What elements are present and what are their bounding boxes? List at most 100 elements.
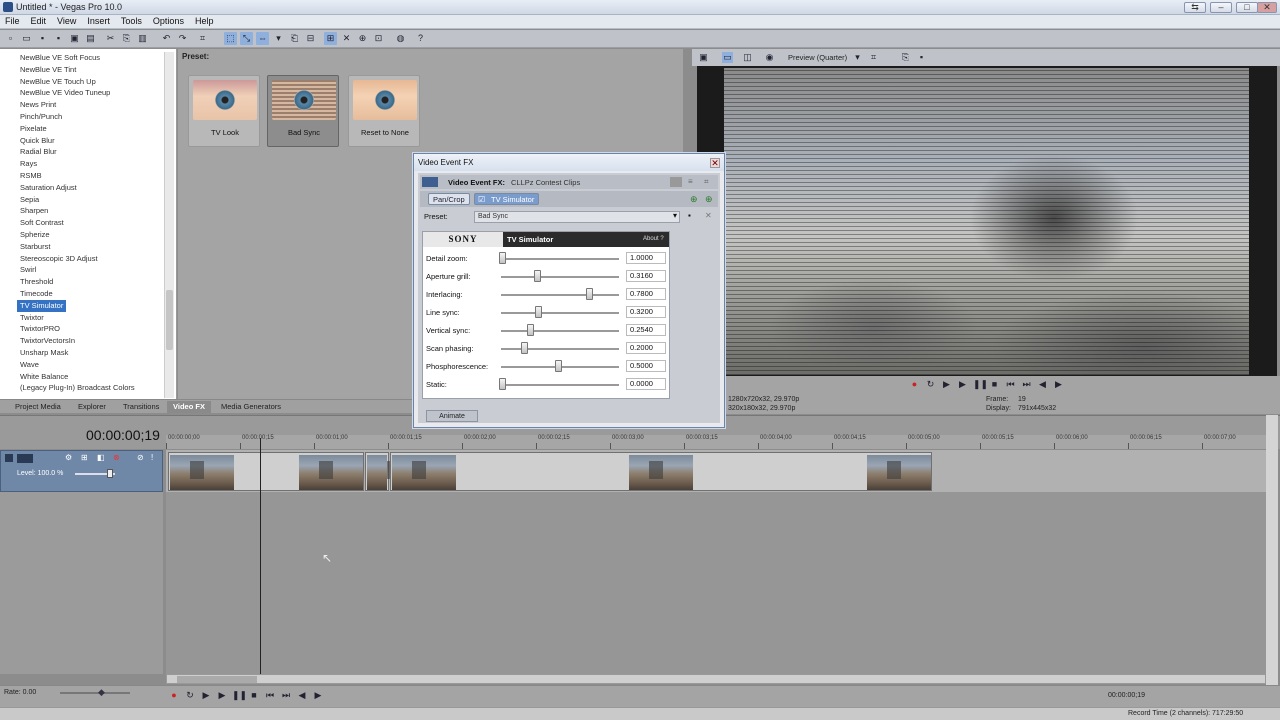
parameter-slider-track[interactable] [501, 348, 619, 350]
parameter-slider-knob[interactable] [499, 378, 506, 390]
tab-video-fx[interactable]: Video FX [167, 401, 211, 413]
mute-icon[interactable]: ⊘ [137, 453, 144, 462]
playhead-cursor[interactable] [260, 438, 261, 678]
online-icon[interactable]: ◍ [394, 32, 407, 45]
fx-list-item[interactable]: Timecode [20, 288, 53, 300]
save-icon[interactable]: ▪ [36, 32, 49, 45]
timeline-vertical-scrollbar[interactable] [1266, 415, 1278, 685]
go-to-start-icon[interactable]: ⏮ [264, 689, 276, 701]
preset-reset-to-none[interactable]: Reset to None [348, 75, 420, 147]
parameter-slider-knob[interactable] [499, 252, 506, 264]
chevron-down-icon[interactable]: ▾ [673, 211, 677, 220]
overlays-icon[interactable]: ⌗ [868, 52, 879, 63]
save-snapshot-icon[interactable]: ▪ [916, 52, 927, 63]
video-event-clip[interactable] [365, 452, 401, 491]
video-track-header[interactable]: ⚙ ⊞ ◧ ⊗ ⊘ ! Level: 100.0 % [0, 450, 163, 492]
fx-list-item[interactable]: TV Simulator [17, 299, 67, 312]
lock-envelopes-icon[interactable]: ⊟ [304, 32, 317, 45]
timeline-horizontal-scrollbar[interactable] [166, 674, 1266, 684]
dialog-close-button[interactable]: ✕ [710, 158, 720, 168]
maximize-button[interactable]: □ [1236, 2, 1258, 13]
track-fx-icon[interactable]: ⚙ [65, 453, 72, 462]
menu-tools[interactable]: Tools [116, 15, 148, 28]
fx-list-item[interactable]: (Legacy Plug-In) Broadcast Colors [20, 382, 135, 394]
menu-edit[interactable]: Edit [26, 15, 53, 28]
next-frame-icon[interactable]: ▶ [1053, 379, 1064, 390]
level-slider-knob[interactable] [107, 469, 113, 478]
list-icon[interactable]: ≡ [688, 177, 693, 186]
menu-help[interactable]: Help [190, 15, 220, 28]
fx-list-item[interactable]: White Balance [20, 371, 68, 383]
auto-ripple-icon[interactable]: ⎗ [288, 32, 301, 45]
fx-list-item[interactable]: NewBlue VE Soft Focus [20, 52, 100, 64]
preview-quality-dropdown[interactable]: Preview (Quarter) [788, 53, 847, 62]
go-to-end-icon[interactable]: ⏭ [280, 689, 292, 701]
preset-tv-look[interactable]: TV Look [188, 75, 260, 147]
paste-icon[interactable]: ▥ [136, 32, 149, 45]
normal-edit-tool-icon[interactable]: ⬚ [224, 32, 237, 45]
menu-view[interactable]: View [52, 15, 82, 28]
fx-list-item[interactable]: Unsharp Mask [20, 347, 68, 359]
parameter-value-field[interactable]: 0.3160 [626, 270, 666, 282]
play-from-start-icon[interactable]: ▶ [200, 689, 212, 701]
fx-list-item[interactable]: NewBlue VE Video Tuneup [20, 87, 110, 99]
parameter-value-field[interactable]: 0.2540 [626, 324, 666, 336]
fx-list-item[interactable]: Quick Blur [20, 135, 55, 147]
composite-mode-icon[interactable]: ◧ [97, 453, 105, 462]
parameter-value-field[interactable]: 0.5000 [626, 360, 666, 372]
fx-list-scroll-thumb[interactable] [166, 290, 173, 350]
about-button[interactable]: About ? [643, 232, 664, 247]
parameter-slider-track[interactable] [501, 312, 619, 314]
properties-icon[interactable]: ▤ [84, 32, 97, 45]
external-monitor-icon[interactable]: ▭ [722, 52, 733, 63]
render-icon[interactable]: ▣ [68, 32, 81, 45]
fx-list-item[interactable]: Pinch/Punch [20, 111, 62, 123]
save-preset-icon[interactable]: ▪ [688, 211, 691, 220]
loop-icon[interactable]: ↻ [184, 689, 196, 701]
chevron-down-icon[interactable]: ▾ [852, 52, 863, 63]
copy-snapshot-icon[interactable]: ⎘ [900, 52, 911, 63]
delete-preset-icon[interactable]: ✕ [705, 211, 712, 220]
ignore-grouping-icon[interactable]: ⊞ [324, 32, 337, 45]
fx-list-item[interactable]: Starburst [20, 241, 50, 253]
rate-slider-track[interactable] [60, 692, 130, 694]
menu-options[interactable]: Options [148, 15, 190, 28]
parameter-slider-knob[interactable] [534, 306, 542, 318]
go-to-start-icon[interactable]: ⏮ [1005, 379, 1016, 390]
fx-list-item[interactable]: Soft Contrast [20, 217, 64, 229]
fx-icon[interactable]: ◫ [742, 52, 753, 63]
fx-list-item[interactable]: NewBlue VE Touch Up [20, 76, 96, 88]
parameter-slider-track[interactable] [501, 294, 619, 296]
track-expand-icon[interactable] [5, 454, 13, 462]
play-icon[interactable]: ▶ [957, 379, 968, 390]
minimize-button[interactable]: – [1210, 2, 1232, 13]
fx-list-item[interactable]: Saturation Adjust [20, 182, 77, 194]
preset-dropdown[interactable]: Bad Sync [474, 211, 680, 223]
parameter-slider-knob[interactable] [527, 324, 535, 336]
menu-file[interactable]: File [0, 15, 26, 28]
plugin-chain-icon[interactable]: ⊕ [705, 194, 713, 205]
parameter-value-field[interactable]: 0.3200 [626, 306, 666, 318]
save-as-icon[interactable]: ▪ [52, 32, 65, 45]
fx-list-item[interactable]: RSMB [20, 170, 42, 182]
video-event-clip[interactable] [168, 452, 364, 491]
copy-icon[interactable]: ⎘ [120, 32, 133, 45]
new-icon[interactable]: ▫ [4, 32, 17, 45]
selection-tool-icon[interactable]: ⇔ [256, 32, 269, 45]
time-ruler[interactable]: 00:00:00;00 00:00:00;15 00:00:01;00 00:00:0… [166, 435, 1266, 449]
dialog-title-bar[interactable]: Video Event FX ✕ [414, 154, 724, 171]
track-motion-icon[interactable]: ⊞ [81, 453, 88, 462]
arm-record-icon[interactable]: ⊗ [113, 453, 120, 462]
tab-project-media[interactable]: Project Media [9, 401, 67, 413]
prev-frame-icon[interactable]: ◀ [296, 689, 308, 701]
fx-list-item[interactable]: TwixtorPRO [20, 323, 60, 335]
horizontal-scroll-thumb[interactable] [177, 676, 257, 683]
parameter-slider-track[interactable] [501, 330, 619, 332]
fx-list-item[interactable]: Threshold [20, 276, 53, 288]
fx-list-scrollbar[interactable] [164, 52, 174, 398]
fx-list-item[interactable]: Sharpen [20, 205, 48, 217]
restore-button[interactable]: ⇆ [1184, 2, 1206, 13]
parameter-slider-track[interactable] [501, 384, 619, 386]
fx-list-item[interactable]: Sepia [20, 194, 39, 206]
whats-this-icon[interactable]: ? [414, 32, 427, 45]
